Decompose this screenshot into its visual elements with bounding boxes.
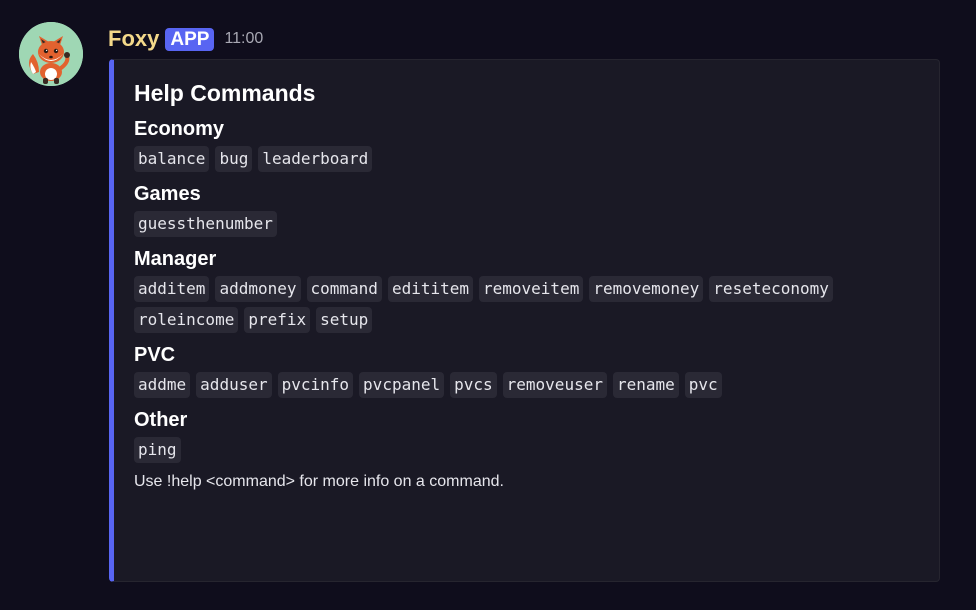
app-badge: APP xyxy=(165,27,215,51)
field-name: Other xyxy=(134,409,188,431)
embed-footer: Use !help <command> for more info on a c… xyxy=(134,473,504,490)
command-chip: addmoney xyxy=(215,276,301,302)
command-chip: additem xyxy=(134,276,210,302)
field-pvc: PVC addme adduser pvcinfo pvcpanel pvcs … xyxy=(134,341,939,398)
command-chip: pvc xyxy=(684,372,722,398)
command-chip: addme xyxy=(134,372,191,398)
command-chip: command xyxy=(306,276,382,302)
command-chip: bug xyxy=(215,146,253,172)
command-chip: ping xyxy=(134,437,181,463)
command-list: guessthenumber xyxy=(134,211,834,237)
command-chip: roleincome xyxy=(134,307,239,333)
field-name: Manager xyxy=(134,248,217,270)
help-embed: Help Commands Economy balance bug leader… xyxy=(109,59,940,582)
command-chip: guessthenumber xyxy=(134,211,277,237)
command-chip: removemoney xyxy=(589,276,704,302)
field-name: Economy xyxy=(134,118,225,140)
field-name: PVC xyxy=(134,344,176,366)
command-chip: setup xyxy=(316,307,373,333)
command-chip: edititem xyxy=(387,276,473,302)
command-chip: removeuser xyxy=(502,372,607,398)
command-chip: pvcinfo xyxy=(277,372,354,398)
field-other: Other ping xyxy=(134,406,939,463)
command-chip: prefix xyxy=(244,307,311,333)
command-chip: pvcs xyxy=(450,372,497,398)
command-chip: balance xyxy=(134,146,210,172)
command-chip: pvcpanel xyxy=(359,372,445,398)
command-chip: rename xyxy=(612,372,679,398)
username[interactable]: Foxy xyxy=(108,28,159,50)
field-name: Games xyxy=(134,183,201,205)
command-list: ping xyxy=(134,437,834,463)
command-chip: adduser xyxy=(196,372,272,398)
embed-title: Help Commands xyxy=(134,80,316,106)
command-list: balance bug leaderboard xyxy=(134,146,834,172)
command-list: additem addmoney command edititem remove… xyxy=(134,276,834,333)
chat-message: Foxy APP 11:00 Help Commands Economy bal… xyxy=(0,0,976,610)
field-games: Games guessthenumber xyxy=(134,180,939,237)
command-chip: removeitem xyxy=(479,276,584,302)
command-chip: leaderboard xyxy=(258,146,373,172)
command-list: addme adduser pvcinfo pvcpanel pvcs remo… xyxy=(134,372,834,398)
field-economy: Economy balance bug leaderboard xyxy=(134,115,939,172)
timestamp[interactable]: 11:00 xyxy=(224,31,263,47)
message-header: Foxy APP 11:00 xyxy=(108,24,263,54)
fox-avatar-icon[interactable] xyxy=(19,22,83,86)
command-chip: reseteconomy xyxy=(709,276,833,302)
field-manager: Manager additem addmoney command editite… xyxy=(134,245,939,333)
